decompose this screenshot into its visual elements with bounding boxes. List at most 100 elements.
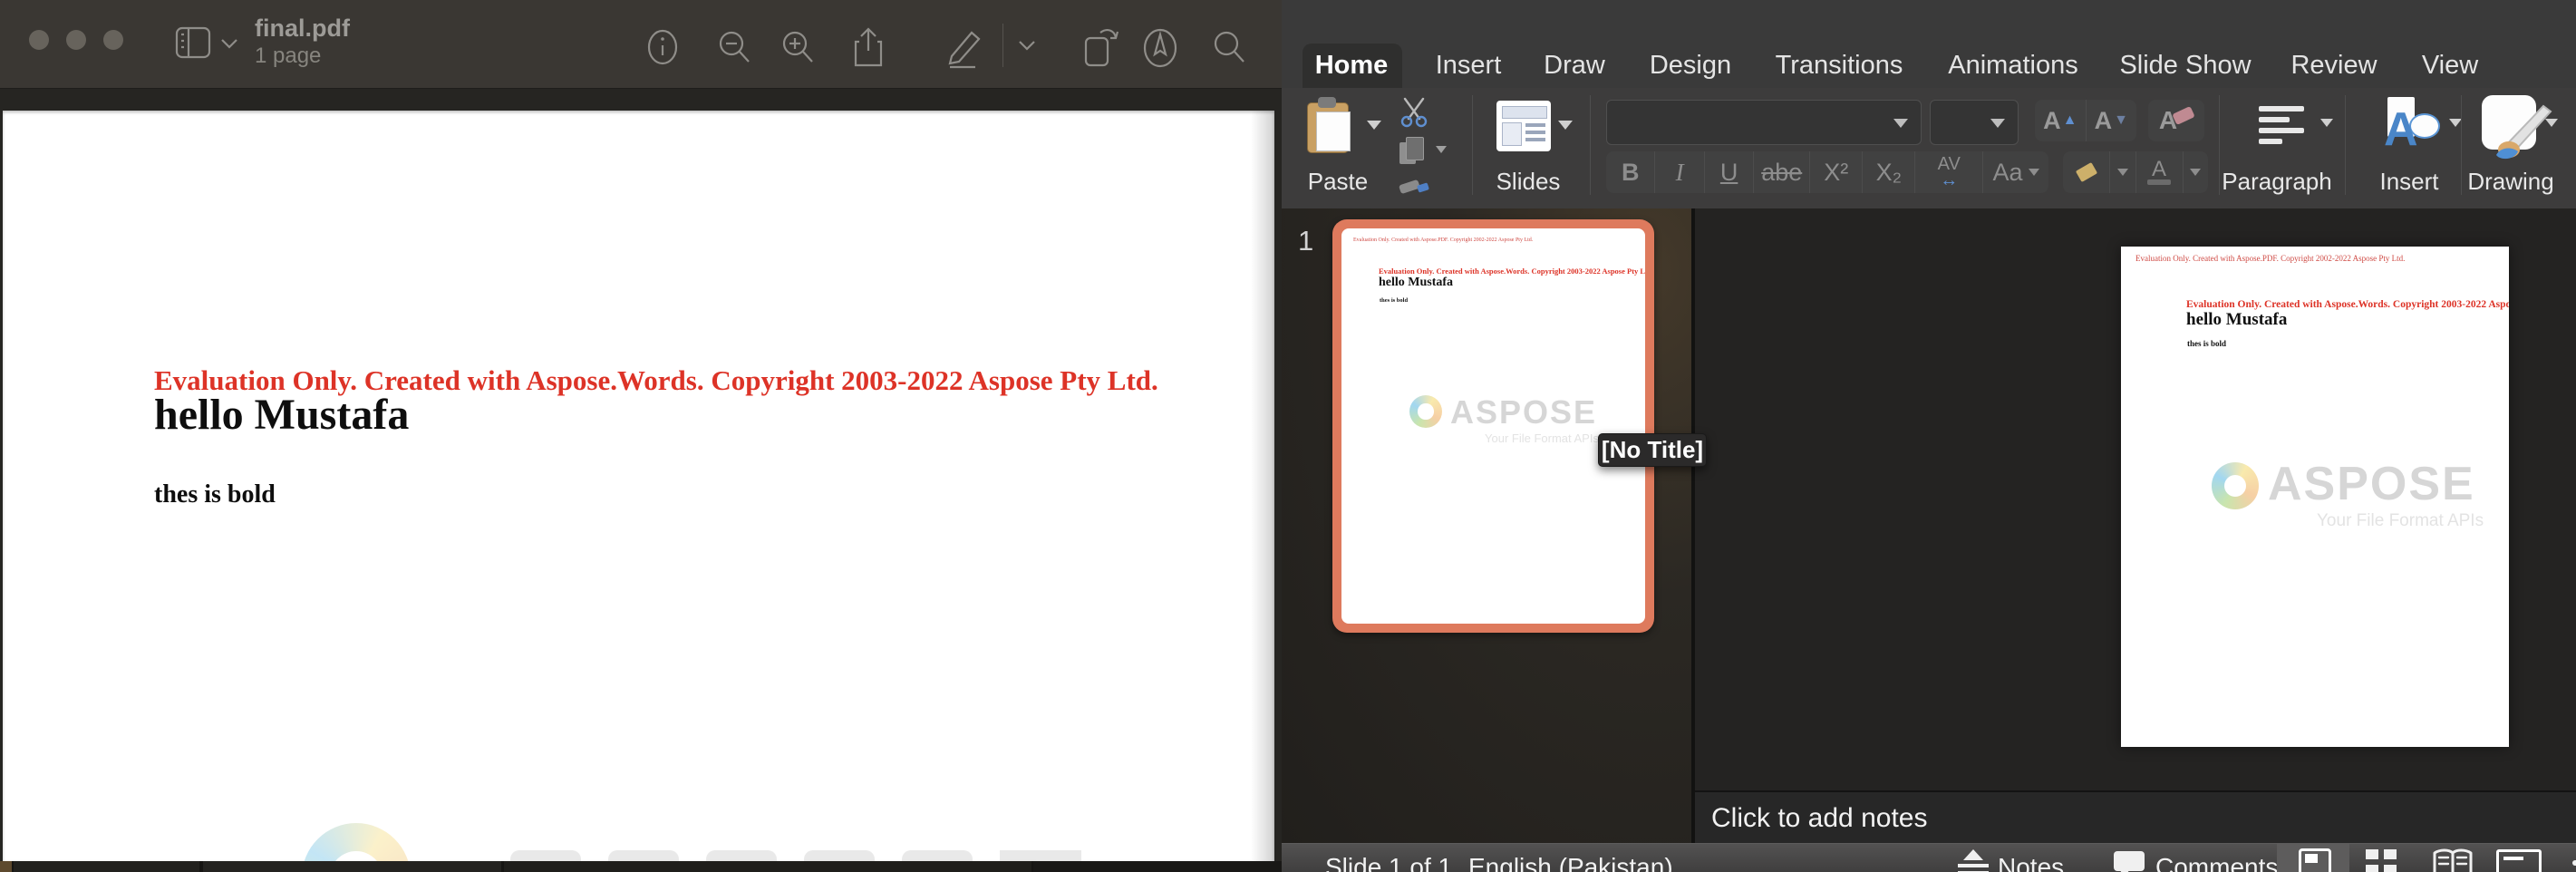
highlight-dropdown-arrow[interactable] — [2110, 151, 2135, 193]
insert-label[interactable]: Insert — [2379, 168, 2438, 196]
thumb-aspose-text: ASPOSE — [1450, 393, 1597, 431]
slide-number: 1 — [1298, 225, 1313, 257]
insert-letter: A — [2384, 102, 2418, 157]
slide-thumbnail-page: Evaluation Only. Created with Aspose.PDF… — [1341, 228, 1645, 624]
paste-dropdown-arrow[interactable] — [1367, 121, 1381, 130]
highlight-icon[interactable] — [2063, 151, 2110, 193]
thumb-body-text: thes is bold — [1380, 297, 1408, 304]
decrease-font-icon[interactable]: A▼ — [2087, 100, 2137, 141]
zoom-window-button[interactable] — [103, 30, 123, 50]
copy-icon[interactable] — [1399, 137, 1423, 164]
copy-dropdown-arrow[interactable] — [1436, 146, 1447, 153]
character-spacing-button[interactable]: AV↔ — [1915, 151, 1983, 193]
markup-pencil-icon[interactable] — [944, 25, 986, 69]
aspose-logo-swirl — [1409, 395, 1442, 428]
notes-panel[interactable]: Click to add notes — [1695, 790, 2576, 845]
font-color-dropdown-arrow[interactable] — [2184, 151, 2208, 193]
font-size-buttons: A▲ A▼ — [2035, 100, 2136, 141]
fill-sign-icon[interactable] — [1140, 27, 1180, 69]
paste-label[interactable]: Paste — [1308, 168, 1369, 196]
slide-words-watermark: Evaluation Only. Created with Aspose.Wor… — [2186, 299, 2509, 310]
notes-placeholder: Click to add notes — [1711, 803, 1927, 834]
slide-sorter-icon[interactable] — [2366, 849, 2402, 872]
notes-toggle-icon[interactable] — [1958, 849, 1989, 872]
comments-icon[interactable] — [2114, 851, 2145, 872]
tab-home[interactable]: Home — [1315, 44, 1389, 88]
format-painter-icon[interactable] — [1398, 171, 1434, 202]
ppt-body: 1 Evaluation Only. Created with Aspose.P… — [1282, 208, 2576, 843]
clear-format-button[interactable]: A — [2148, 100, 2204, 141]
paragraph-label[interactable]: Paragraph — [2222, 168, 2331, 196]
pdf-page: Evaluation Only. Created with Aspose.Wor… — [3, 111, 1274, 861]
insert-dropdown-arrow[interactable] — [2449, 119, 2462, 127]
tab-draw[interactable]: Draw — [1544, 44, 1605, 88]
font-size-combo[interactable] — [1930, 100, 2019, 145]
zoom-in-icon[interactable] — [780, 29, 818, 67]
thumb-heading: hello Mustafa — [1379, 276, 1453, 290]
slide-body-text: thes is bold — [2187, 339, 2226, 348]
tab-transitions[interactable]: Transitions — [1776, 44, 1903, 88]
share-icon[interactable] — [850, 25, 886, 69]
thumb-pdf-watermark: Evaluation Only. Created with Aspose.PDF… — [1353, 237, 1533, 243]
language-status[interactable]: English (Pakistan) — [1468, 853, 1673, 872]
thumb-aspose-tagline: Your File Format APIs — [1485, 431, 1599, 445]
slide-thumbnail-panel: 1 Evaluation Only. Created with Aspose.P… — [1282, 208, 1691, 843]
spacing-arrow: ↔ — [1940, 172, 1958, 189]
ppt-ribbon: Paste Slides — [1282, 88, 2576, 209]
drawing-label[interactable]: Drawing — [2467, 168, 2553, 196]
clipboard-icon[interactable] — [1307, 97, 1358, 153]
tab-design[interactable]: Design — [1650, 44, 1731, 88]
superscript-button[interactable]: X² — [1810, 151, 1863, 193]
info-icon[interactable] — [645, 29, 680, 65]
paragraph-lines-icon[interactable] — [2259, 104, 2310, 148]
tab-review[interactable]: Review — [2290, 44, 2377, 88]
search-icon[interactable] — [1211, 29, 1249, 67]
drawing-brush-icon[interactable] — [2482, 95, 2536, 150]
scissors-icon[interactable] — [1396, 95, 1432, 128]
slides-label[interactable]: Slides — [1496, 168, 1561, 196]
tab-view[interactable]: View — [2422, 44, 2478, 88]
reading-view-icon[interactable] — [2431, 848, 2474, 872]
font-name-combo[interactable] — [1606, 100, 1922, 145]
increase-font-icon[interactable]: A▲ — [2035, 100, 2087, 141]
font-color-icon[interactable]: A — [2136, 151, 2184, 193]
slide-count: Slide 1 of 1 — [1325, 853, 1452, 872]
tab-animations[interactable]: Animations — [1948, 44, 2077, 88]
normal-view-button[interactable] — [2277, 844, 2349, 872]
paragraph-dropdown-arrow[interactable] — [2320, 119, 2333, 127]
underline-button[interactable]: U — [1705, 151, 1754, 193]
zoom-out-minus-icon[interactable] — [2572, 860, 2576, 866]
zoom-out-icon[interactable] — [716, 29, 754, 67]
notes-toggle-label[interactable]: Notes — [1998, 853, 2064, 872]
chevron-down-icon[interactable] — [219, 36, 239, 51]
page-edge-shadow — [1251, 111, 1274, 861]
tab-slide-show[interactable]: Slide Show — [2119, 44, 2251, 88]
sidebar-icon[interactable] — [174, 24, 212, 62]
minimize-window-button[interactable] — [66, 30, 86, 50]
chevron-down-icon[interactable] — [1017, 38, 1037, 53]
screen: final.pdf 1 page — [0, 0, 2576, 872]
slideshow-icon[interactable] — [2496, 849, 2540, 872]
slide-thumbnail-selected[interactable]: Evaluation Only. Created with Aspose.PDF… — [1332, 219, 1654, 633]
rotate-icon[interactable] — [1079, 24, 1122, 69]
tab-insert[interactable]: Insert — [1436, 44, 1502, 88]
page-count: 1 page — [255, 44, 321, 69]
comments-label[interactable]: Comments — [2155, 853, 2278, 872]
aspose-watermark-lettertops — [510, 850, 1090, 861]
slide-aspose-text: ASPOSE — [2268, 457, 2475, 511]
bold-button[interactable]: B — [1606, 151, 1655, 193]
close-window-button[interactable] — [29, 30, 49, 50]
slides-dropdown-arrow[interactable] — [1558, 121, 1573, 130]
insert-shape-icon[interactable]: A — [2384, 97, 2442, 153]
window-title: final.pdf — [255, 15, 350, 43]
change-case-button[interactable]: Aa — [1983, 151, 2048, 193]
slide-layout-icon[interactable] — [1496, 101, 1551, 151]
slide-canvas[interactable]: Evaluation Only. Created with Aspose.PDF… — [2121, 247, 2509, 747]
italic-button[interactable]: I — [1655, 151, 1704, 193]
strikethrough-button[interactable]: abe — [1754, 151, 1810, 193]
ppt-statusbar: Slide 1 of 1 English (Pakistan) Notes Co… — [1282, 843, 2576, 872]
drawing-dropdown-arrow[interactable] — [2545, 119, 2558, 127]
toolbar-divider — [1002, 24, 1003, 67]
aspose-logo-swirl — [2212, 462, 2259, 509]
subscript-button[interactable]: X₂ — [1863, 151, 1915, 193]
